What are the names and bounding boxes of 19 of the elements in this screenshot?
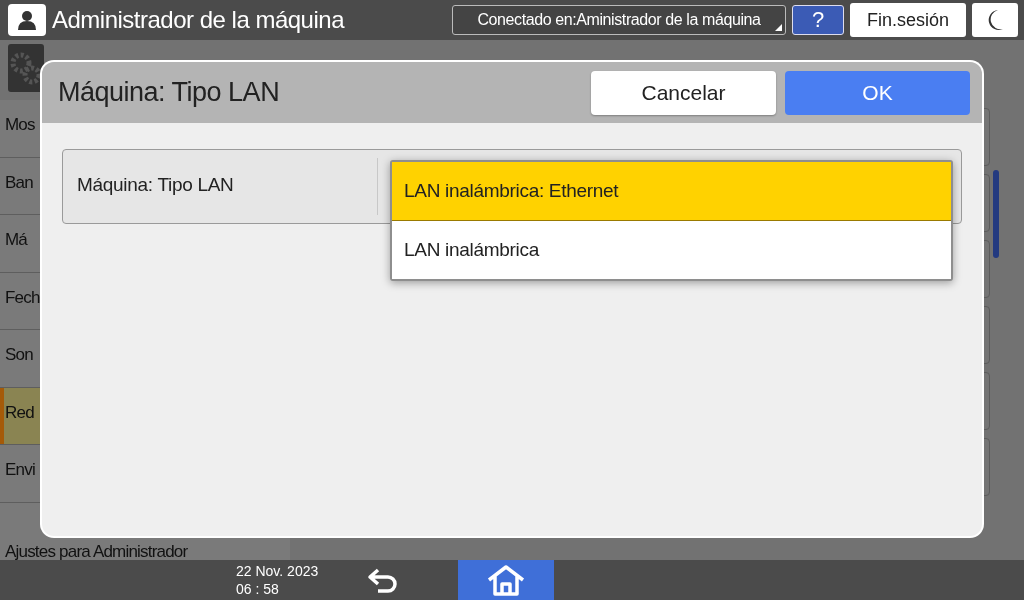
dropdown-option[interactable]: LAN inalámbrica: Ethernet (392, 162, 951, 221)
gear-icon (8, 44, 44, 92)
user-icon (8, 4, 46, 36)
home-icon (486, 564, 526, 596)
energy-saver-button[interactable] (972, 3, 1018, 37)
date-text: 22 Nov. 2023 (236, 562, 320, 580)
login-status-dropdown[interactable]: Conectado en:Aministrador de la máquina (452, 5, 786, 35)
moon-icon (986, 9, 1004, 31)
dropdown-option[interactable]: LAN inalámbrica (392, 221, 951, 279)
back-arrow-icon (366, 567, 400, 593)
home-button[interactable] (458, 560, 554, 600)
dialog-title: Máquina: Tipo LAN (58, 77, 281, 108)
time-text: 06 : 58 (236, 580, 280, 598)
setting-label: Máquina: Tipo LAN (76, 173, 235, 196)
screen-title: Administrador de la máquina (52, 6, 346, 34)
help-button[interactable]: ? (792, 5, 844, 35)
logout-button[interactable]: Fin.sesión (850, 3, 966, 37)
ok-button[interactable]: OK (785, 70, 970, 115)
cancel-button[interactable]: Cancelar (591, 70, 776, 115)
